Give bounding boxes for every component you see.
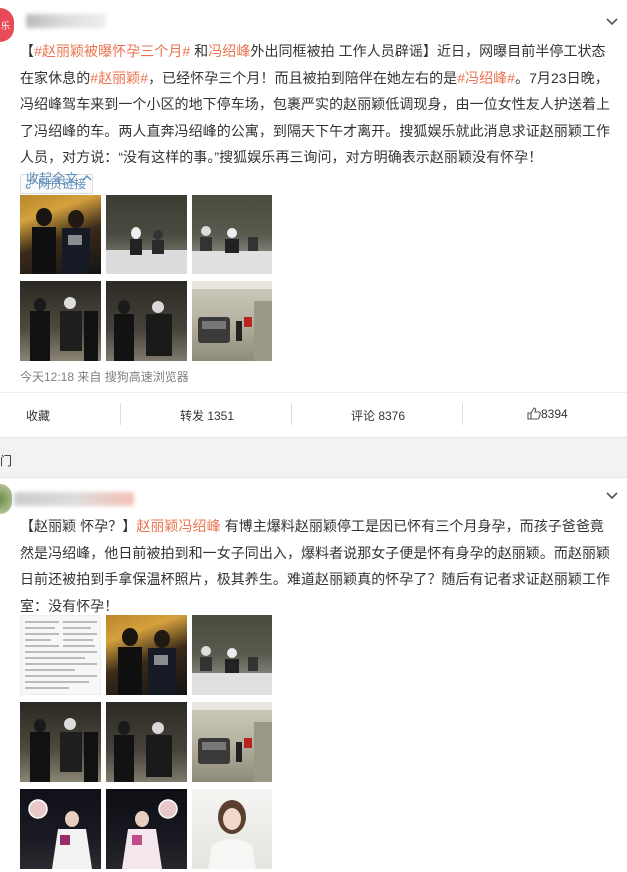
photo-thumbnail[interactable] <box>192 702 272 782</box>
user-avatar[interactable] <box>0 484 12 514</box>
blurred-username[interactable] <box>14 492 134 506</box>
photo-thumbnail[interactable] <box>20 615 101 695</box>
text-screenshot-image <box>25 621 97 689</box>
photo-thumbnail[interactable] <box>20 281 101 361</box>
post-text: 【#赵丽颖被曝怀孕三个月# 和冯绍峰外出同框被拍 工作人员辟谣】近日，网曝目前半… <box>20 38 613 198</box>
post-text: 【赵丽颖 怀孕？】赵丽颖冯绍峰 有博主爆料赵丽颖停工是因已怀有三个月身孕，而孩子… <box>20 513 613 619</box>
photo-thumbnail[interactable] <box>192 615 272 695</box>
topic-link[interactable]: #冯绍峰# <box>457 70 515 86</box>
photo-thumbnail[interactable] <box>192 281 272 361</box>
photo-thumbnail[interactable] <box>20 702 101 782</box>
action-bar: 收藏 转发 1351 评论 8376 8394 <box>0 392 627 437</box>
feed-separator: 门 <box>0 437 627 478</box>
chevron-down-icon[interactable] <box>605 488 619 502</box>
topic-link[interactable]: 冯绍峰 <box>208 43 250 59</box>
photo-thumbnail[interactable] <box>106 281 187 361</box>
post-header: 乐 <box>0 8 627 42</box>
divider <box>120 403 121 425</box>
favorite-button[interactable]: 收藏 <box>26 407 50 424</box>
post-text-segment: 和 <box>190 43 209 59</box>
repost-button[interactable]: 转发 1351 <box>180 407 234 424</box>
photo-thumbnail[interactable] <box>20 195 101 274</box>
photo-thumbnail[interactable] <box>192 789 272 869</box>
section-tag: 门 <box>0 454 13 468</box>
photo-thumbnail[interactable] <box>20 789 101 869</box>
topic-link[interactable]: 赵丽颖冯绍峰 <box>136 518 220 534</box>
photo-thumbnail[interactable] <box>106 615 187 695</box>
divider <box>462 403 463 425</box>
weibo-post-1: 乐 【#赵丽颖被曝怀孕三个月# 和冯绍峰外出同框被拍 工作人员辟谣】近日，网曝目… <box>0 0 627 437</box>
collapse-label: 收起全文 <box>26 171 79 186</box>
photo-thumbnail[interactable] <box>192 195 272 274</box>
like-button[interactable]: 8394 <box>527 407 568 421</box>
photo-thumbnail[interactable] <box>106 195 187 274</box>
photo-thumbnail[interactable] <box>106 702 187 782</box>
like-count: 8394 <box>541 407 568 421</box>
chevron-down-icon[interactable] <box>605 14 619 28</box>
divider <box>291 403 292 425</box>
post-meta: 今天12:18 来自 搜狗高速浏览器 <box>20 370 189 384</box>
avatar-text: 乐 <box>1 21 11 31</box>
post-text-segment: 【 <box>20 43 35 59</box>
chevron-up-icon <box>82 175 92 181</box>
post-text-segment: 【赵丽颖 怀孕？】 <box>20 518 137 534</box>
topic-link[interactable]: #赵丽颖被曝怀孕三个月# <box>34 43 190 59</box>
post-text-segment: ，已经怀孕三个月！而且被拍到陪伴在她左右的是 <box>148 69 458 86</box>
photo-thumbnail[interactable] <box>106 789 187 869</box>
blurred-username[interactable] <box>26 14 106 28</box>
collapse-full-text-button[interactable]: 收起全文 <box>26 168 92 187</box>
topic-link[interactable]: #赵丽颖# <box>90 70 148 86</box>
comment-button[interactable]: 评论 8376 <box>351 407 405 424</box>
user-avatar[interactable]: 乐 <box>0 8 14 42</box>
thumbs-up-icon <box>527 407 541 420</box>
